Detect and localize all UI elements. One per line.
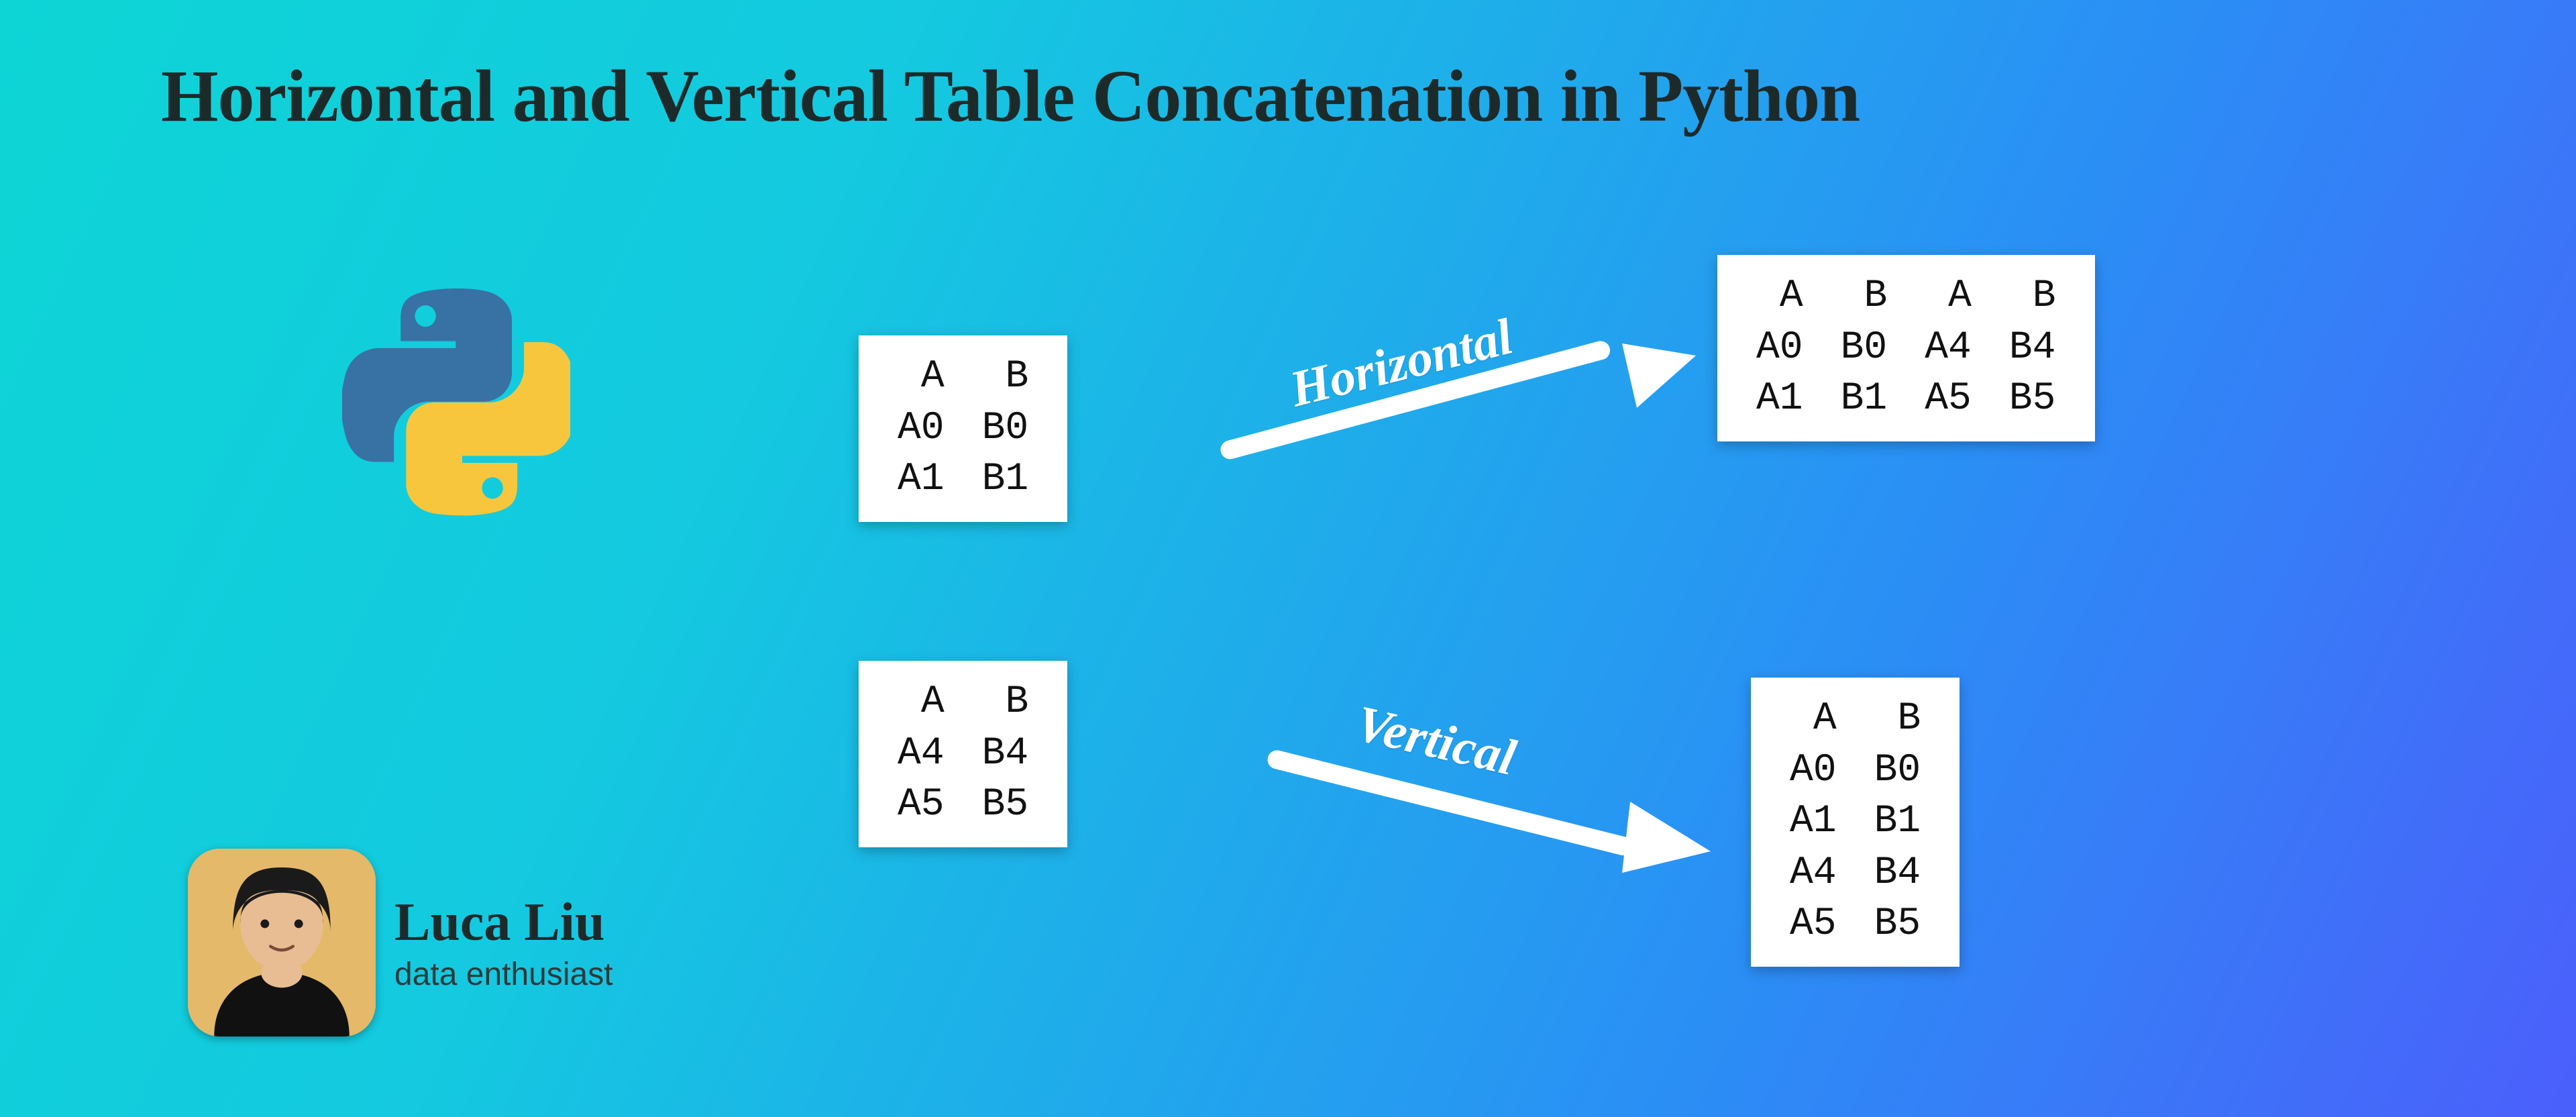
- table-row: A0B0: [879, 403, 1047, 455]
- table-row: A5B5: [1771, 899, 1939, 951]
- table-cell: A5: [879, 780, 963, 831]
- table-header-cell: A: [879, 677, 963, 729]
- table-cell: A1: [1737, 374, 1822, 425]
- table-cell: B1: [1856, 796, 1940, 848]
- table-header-cell: B: [1990, 271, 2075, 323]
- table-cell: B0: [1856, 745, 1940, 797]
- table-cell: B1: [1822, 374, 1907, 425]
- table-row: A4B4: [879, 729, 1047, 780]
- table-cell: B0: [963, 403, 1048, 455]
- table-header-row: ABAB: [1737, 271, 2075, 323]
- source-table-a: ABA0B0A1B1: [859, 335, 1067, 522]
- table-cell: B5: [1856, 899, 1940, 951]
- table-header-cell: A: [1906, 271, 1990, 323]
- arrow-horizontal: Horizontal: [1201, 329, 1697, 496]
- page-title: Horizontal and Vertical Table Concatenat…: [161, 54, 1860, 139]
- arrow-vertical: Vertical: [1254, 708, 1711, 882]
- author-subtitle: data enthusiast: [394, 956, 613, 993]
- table-cell: A0: [879, 403, 963, 455]
- table-row: A0B0A4B4: [1737, 323, 2075, 374]
- table-cell: B5: [1990, 374, 2075, 425]
- author-name: Luca Liu: [394, 892, 613, 953]
- author-block: Luca Liu data enthusiast: [188, 849, 613, 1036]
- table-row: A1B1: [1771, 796, 1939, 848]
- table-header-cell: B: [1856, 694, 1940, 745]
- table-cell: A1: [879, 454, 963, 506]
- result-table-vertical: ABA0B0A1B1A4B4A5B5: [1751, 678, 1960, 967]
- table-cell: B1: [963, 454, 1048, 506]
- table-cell: B4: [1856, 848, 1940, 900]
- table-header-cell: A: [1771, 694, 1856, 745]
- table-row: A5B5: [879, 780, 1047, 831]
- table-cell: A5: [1771, 899, 1856, 951]
- table-header-cell: B: [1822, 271, 1907, 323]
- table-cell: A0: [1771, 745, 1856, 797]
- table-cell: A4: [1771, 848, 1856, 900]
- python-logo-icon: [342, 288, 570, 517]
- table-header-cell: B: [963, 352, 1048, 403]
- table-row: A1B1: [879, 454, 1047, 506]
- result-table-horizontal: ABABA0B0A4B4A1B1A5B5: [1717, 255, 2095, 441]
- table-cell: A1: [1771, 796, 1856, 848]
- table-header-row: AB: [1771, 694, 1939, 745]
- table-cell: A0: [1737, 323, 1822, 374]
- table-cell: A4: [879, 729, 963, 780]
- table-cell: B5: [963, 780, 1048, 831]
- table-cell: A4: [1906, 323, 1990, 374]
- table-row: A0B0: [1771, 745, 1939, 797]
- table-header-cell: B: [963, 677, 1048, 729]
- table-row: A4B4: [1771, 848, 1939, 900]
- source-table-b: ABA4B4A5B5: [859, 661, 1067, 847]
- table-cell: B4: [963, 729, 1048, 780]
- table-header-cell: A: [879, 352, 963, 403]
- table-header-cell: A: [1737, 271, 1822, 323]
- table-row: A1B1A5B5: [1737, 374, 2075, 425]
- table-header-row: AB: [879, 352, 1047, 403]
- table-cell: A5: [1906, 374, 1990, 425]
- table-header-row: AB: [879, 677, 1047, 729]
- table-cell: B4: [1990, 323, 2075, 374]
- author-avatar: [188, 849, 376, 1036]
- table-cell: B0: [1822, 323, 1907, 374]
